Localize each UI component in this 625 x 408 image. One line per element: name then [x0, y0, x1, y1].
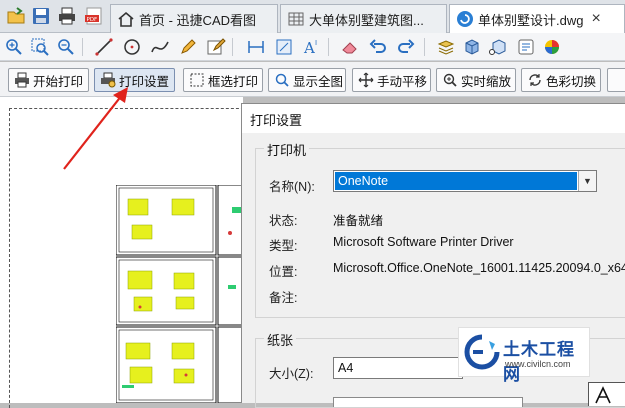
curve-tool-icon[interactable]	[150, 37, 170, 57]
zoom-out-icon[interactable]	[56, 37, 76, 57]
paper-size-select-lower[interactable]	[333, 397, 523, 407]
dimension-tool-icon[interactable]	[246, 37, 266, 57]
measure-area-icon[interactable]	[274, 37, 294, 57]
drawing-sheets-preview	[116, 185, 243, 403]
svg-text:I: I	[315, 39, 317, 47]
cad-app-icon	[457, 11, 473, 27]
svg-text:PDF: PDF	[87, 17, 98, 23]
redo-icon[interactable]	[396, 37, 416, 57]
paper-size-label: 大小(Z):	[269, 367, 314, 381]
eraser-icon[interactable]	[340, 37, 360, 57]
select-print-button[interactable]: 框选打印	[183, 68, 263, 92]
paper-group-label: 纸张	[264, 330, 297, 349]
manual-pan-button[interactable]: 手动平移	[352, 68, 431, 92]
pdf-export-icon[interactable]: PDF	[84, 6, 104, 26]
paper-size-select[interactable]: A4	[333, 357, 463, 379]
realtime-zoom-icon	[443, 73, 457, 87]
printer-group-label: 打印机	[264, 140, 310, 159]
drawing-toolbar: AI	[0, 33, 625, 61]
circle-tool-icon[interactable]	[122, 37, 142, 57]
civil-logo-icon	[464, 334, 500, 370]
grid-icon	[288, 12, 304, 26]
undo-icon[interactable]	[368, 37, 388, 57]
pan-icon	[358, 72, 374, 88]
toolbar-divider	[82, 38, 83, 56]
layers-icon[interactable]	[436, 37, 456, 57]
tab-bar: PDF 首页 - 迅捷CAD看图 大单体别墅建筑图... 单体别墅设计.dwg …	[0, 0, 625, 33]
zoom-extents-icon	[275, 73, 289, 87]
printer-type-label: 类型:	[269, 239, 298, 253]
close-tab-icon[interactable]: ×	[591, 10, 600, 28]
printer-comment-label: 备注:	[269, 291, 298, 305]
color-wheel-icon[interactable]	[542, 37, 562, 57]
color-switch-button[interactable]: 色彩切换	[521, 68, 601, 92]
printer-type-value: Microsoft Software Printer Driver	[333, 235, 514, 249]
paper-size-value: A4	[338, 361, 354, 375]
toolbar-divider	[232, 38, 233, 56]
print-icon[interactable]	[57, 6, 77, 26]
button-label: 实时缩放	[461, 74, 512, 89]
line-tool-icon[interactable]	[94, 37, 114, 57]
properties-icon[interactable]	[516, 37, 536, 57]
svg-text:A: A	[303, 39, 315, 57]
3d-view-icon[interactable]	[462, 37, 482, 57]
pen-tool-icon[interactable]	[178, 37, 198, 57]
tab-home[interactable]: 首页 - 迅捷CAD看图	[110, 4, 278, 33]
open-icon[interactable]	[6, 6, 26, 26]
printer-location-label: 位置:	[269, 265, 298, 279]
tab-villa-design[interactable]: 单体别墅设计.dwg ×	[449, 4, 625, 33]
zoom-in-icon[interactable]	[4, 37, 24, 57]
button-label: 显示全图	[293, 74, 344, 89]
tab-label: 单体别墅设计.dwg	[478, 12, 584, 28]
text-tool-icon[interactable]: AI	[302, 37, 322, 57]
button-label: 手动平移	[377, 74, 428, 89]
toolbar-divider	[328, 38, 329, 56]
select-area-icon	[190, 73, 204, 87]
site-watermark: 土木工程网 www.civilcn.com	[458, 327, 590, 384]
toolbar-divider	[424, 38, 425, 56]
printer-name-select[interactable]: OneNote ▼	[333, 170, 597, 192]
block-icon[interactable]	[488, 37, 508, 57]
tab-villa-drawing[interactable]: 大单体别墅建筑图...	[280, 4, 447, 33]
printer-name-value: OneNote	[335, 172, 577, 190]
more-toolbar-button[interactable]	[607, 68, 625, 92]
watermark-url: www.civilcn.com	[505, 359, 571, 369]
printer-name-label: 名称(N):	[269, 180, 315, 194]
dialog-title: 打印设置	[242, 104, 625, 133]
text-orientation-icon	[595, 386, 611, 404]
show-all-button[interactable]: 显示全图	[268, 68, 346, 92]
color-switch-icon	[529, 74, 541, 86]
realtime-zoom-button[interactable]: 实时缩放	[436, 68, 516, 92]
printer-location-value: Microsoft.Office.OneNote_16001.11425.200…	[333, 261, 625, 275]
button-label: 色彩切换	[546, 74, 597, 89]
edit-tool-icon[interactable]	[206, 37, 226, 57]
save-icon[interactable]	[31, 6, 51, 26]
zoom-window-icon[interactable]	[30, 37, 50, 57]
print-preview-area	[0, 87, 249, 408]
tab-label: 首页 - 迅捷CAD看图	[139, 12, 257, 28]
printer-status-value: 准备就绪	[333, 214, 384, 228]
paper-orientation-preview	[588, 382, 625, 406]
tab-label: 大单体别墅建筑图...	[309, 12, 424, 28]
red-arrow-annotation	[63, 87, 128, 170]
printer-status-label: 状态:	[269, 214, 298, 228]
button-label: 框选打印	[208, 74, 259, 89]
printer-icon	[15, 72, 29, 88]
home-icon	[118, 11, 134, 27]
chevron-down-icon[interactable]: ▼	[578, 171, 596, 191]
